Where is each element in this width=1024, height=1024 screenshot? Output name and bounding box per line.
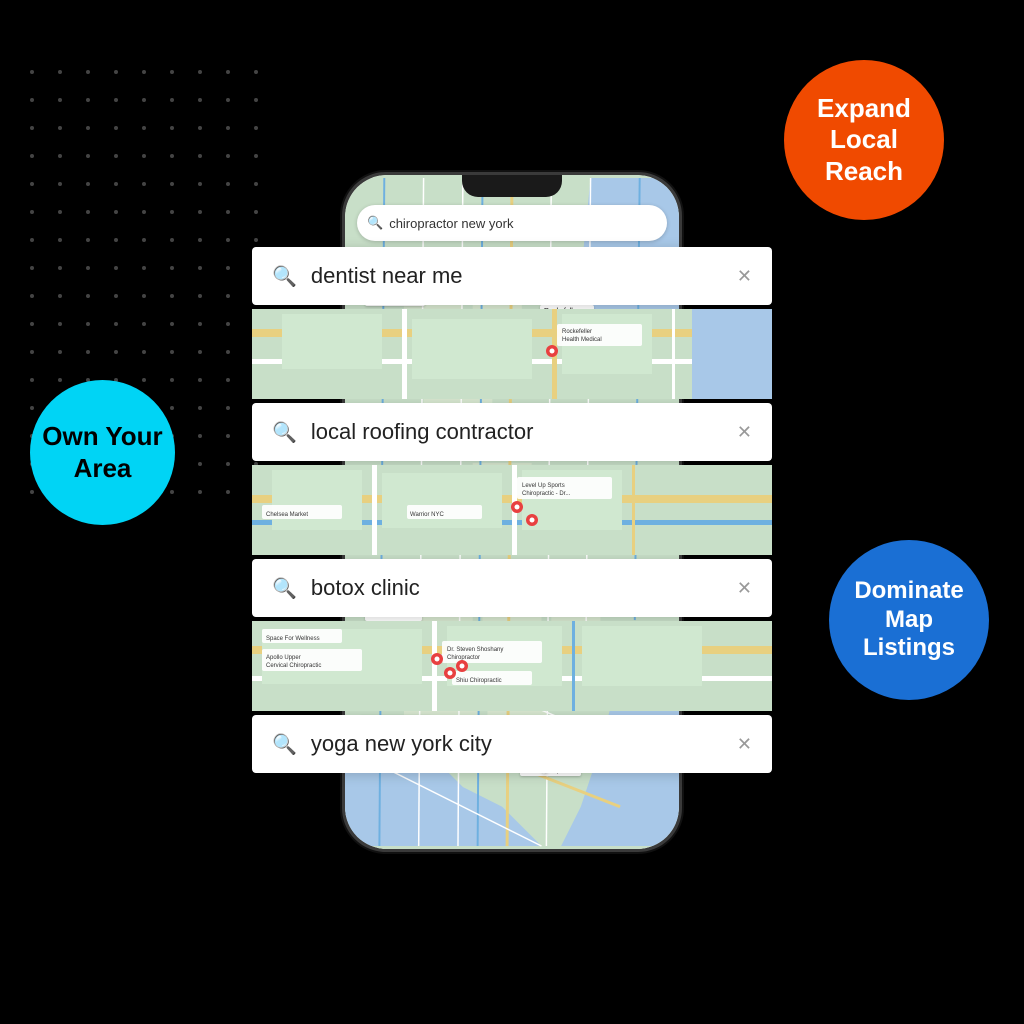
tab-forums[interactable]: Forums xyxy=(524,255,561,267)
phone-screen: 🔍 chiropractor new york All Maps Images … xyxy=(345,175,679,849)
svg-text:Chelsea Market: Chelsea Market xyxy=(266,512,308,518)
map-label-levelup: Level Up SportsChiropractic - Dr... xyxy=(540,585,604,607)
phone-search-query: chiropractor new york xyxy=(389,216,513,231)
clear-icon-2[interactable]: ✕ xyxy=(737,422,752,443)
map-label-intrepid: Intrepid Museum xyxy=(365,295,425,306)
map-label-space: Space For Wellness xyxy=(360,715,431,726)
map-label-chelsea: Chelsea Market xyxy=(365,610,422,621)
svg-text:Apollo Upper: Apollo Upper xyxy=(266,655,301,661)
own-your-area-circle: Own Your Area xyxy=(30,380,175,525)
search-icon-3: 🔍 xyxy=(272,576,297,601)
tab-maps[interactable]: Maps xyxy=(385,255,412,267)
expand-local-reach-label: ExpandLocalReach xyxy=(817,93,911,187)
phone-search-bar[interactable]: 🔍 chiropractor new york xyxy=(357,205,667,241)
tab-places[interactable]: Places xyxy=(577,253,612,269)
map-label-apollo: Apollo UpperCervical Chiropractic xyxy=(360,740,433,762)
search-icon-1: 🔍 xyxy=(272,264,297,289)
map-label-rockefeller: RockefellerHealth Medical xyxy=(540,305,594,327)
dominate-map-listings-label: DominateMapListings xyxy=(854,577,963,663)
search-icon-4: 🔍 xyxy=(272,732,297,757)
dominate-map-listings-circle: DominateMapListings xyxy=(829,540,989,700)
expand-local-reach-circle: ExpandLocalReach xyxy=(784,60,944,220)
phone-notch xyxy=(462,175,562,197)
own-your-area-label: Own Your Area xyxy=(30,421,175,483)
phone-search-icon: 🔍 xyxy=(367,215,383,231)
phone-tabs: All Maps Images News Forums Places xyxy=(345,247,679,275)
clear-icon-4[interactable]: ✕ xyxy=(737,734,752,755)
search-icon-2: 🔍 xyxy=(272,420,297,445)
clear-icon-3[interactable]: ✕ xyxy=(737,578,752,599)
tab-images[interactable]: Images xyxy=(428,255,464,267)
clear-icon-1[interactable]: ✕ xyxy=(737,266,752,287)
tab-all[interactable]: All xyxy=(357,255,369,267)
tab-news[interactable]: News xyxy=(480,255,508,267)
phone-body: 🔍 chiropractor new york All Maps Images … xyxy=(342,172,682,852)
phone-mockup: 🔍 chiropractor new york All Maps Images … xyxy=(342,172,682,852)
svg-text:Cervical Chiropractic: Cervical Chiropractic xyxy=(266,663,321,669)
svg-text:Space For Wellness: Space For Wellness xyxy=(266,636,320,642)
